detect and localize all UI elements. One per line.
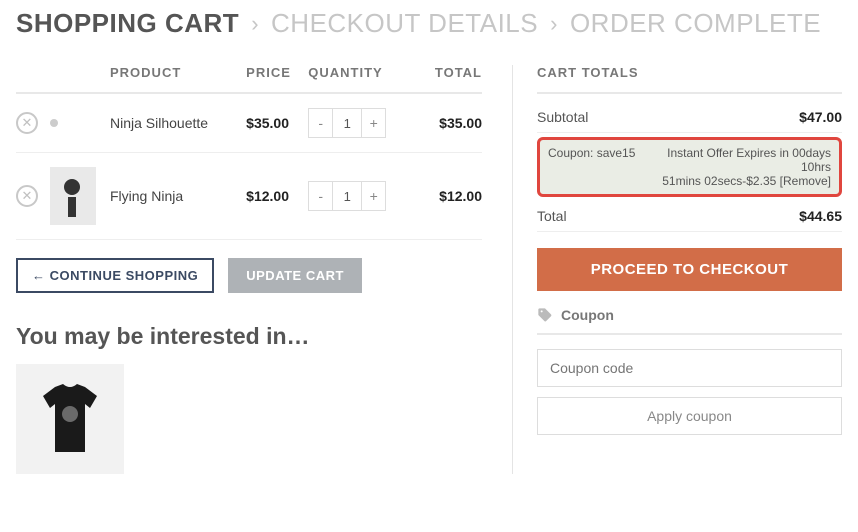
row-total: $12.00: [417, 153, 482, 240]
breadcrumb-checkout[interactable]: CHECKOUT DETAILS: [271, 8, 538, 39]
subtotal-label: Subtotal: [537, 109, 588, 125]
interest-heading: You may be interested in…: [16, 323, 482, 350]
apply-coupon-button[interactable]: Apply coupon: [537, 397, 842, 435]
breadcrumb-cart[interactable]: SHOPPING CART: [16, 8, 239, 39]
cart-row: ✕ Ninja Silhouette $35.00 - + $35.00: [16, 93, 482, 153]
coupon-expiry-line1: Instant Offer Expires in 00days 10hrs: [643, 146, 831, 174]
product-price: $12.00: [246, 153, 308, 240]
product-name[interactable]: Ninja Silhouette: [110, 93, 246, 153]
product-price: $35.00: [246, 93, 308, 153]
quantity-stepper[interactable]: - +: [308, 108, 386, 138]
breadcrumb: SHOPPING CART › CHECKOUT DETAILS › ORDER…: [16, 8, 842, 39]
update-cart-button[interactable]: UPDATE CART: [228, 258, 362, 293]
col-total: TOTAL: [417, 65, 482, 93]
row-total: $35.00: [417, 93, 482, 153]
col-product: PRODUCT: [110, 65, 246, 93]
qty-plus-button[interactable]: +: [361, 109, 385, 137]
coupon-section-label: Coupon: [537, 307, 842, 335]
col-quantity: QUANTITY: [308, 65, 416, 93]
qty-input[interactable]: [333, 109, 361, 137]
subtotal-value: $47.00: [799, 109, 842, 125]
col-price: PRICE: [246, 65, 308, 93]
chevron-right-icon: ›: [251, 11, 259, 37]
breadcrumb-complete[interactable]: ORDER COMPLETE: [570, 8, 821, 39]
cart-row: ✕ Flying Ninja $12.00 - + $12.00: [16, 153, 482, 240]
coupon-expiry-line2: 51mins 02secs: [662, 174, 742, 188]
proceed-checkout-button[interactable]: PROCEED TO CHECKOUT: [537, 248, 842, 291]
total-value: $44.65: [799, 208, 842, 224]
product-thumb[interactable]: [50, 167, 96, 225]
chevron-right-icon: ›: [550, 11, 558, 37]
coupon-discount: -$2.35: [742, 174, 776, 188]
qty-minus-button[interactable]: -: [309, 182, 333, 210]
tag-icon: [537, 307, 553, 323]
product-name[interactable]: Flying Ninja: [110, 153, 246, 240]
total-label: Total: [537, 208, 567, 224]
coupon-name: Coupon: save15: [548, 146, 635, 188]
qty-plus-button[interactable]: +: [361, 182, 385, 210]
continue-shopping-button[interactable]: ← CONTINUE SHOPPING: [16, 258, 214, 293]
remove-coupon-link[interactable]: [Remove]: [780, 174, 831, 188]
remove-item-button[interactable]: ✕: [16, 112, 38, 134]
coupon-applied-box: Coupon: save15 Instant Offer Expires in …: [537, 137, 842, 197]
quantity-stepper[interactable]: - +: [308, 181, 386, 211]
qty-minus-button[interactable]: -: [309, 109, 333, 137]
suggested-product[interactable]: [16, 364, 124, 474]
total-row: Total $44.65: [537, 201, 842, 232]
coupon-code-input[interactable]: [537, 349, 842, 387]
tshirt-icon: [35, 382, 105, 457]
remove-item-button[interactable]: ✕: [16, 185, 38, 207]
product-thumb[interactable]: [50, 119, 58, 127]
qty-input[interactable]: [333, 182, 361, 210]
cart-totals-heading: CART TOTALS: [537, 65, 842, 94]
cart-table: PRODUCT PRICE QUANTITY TOTAL ✕ Ninja Sil…: [16, 65, 482, 240]
subtotal-row: Subtotal $47.00: [537, 102, 842, 133]
